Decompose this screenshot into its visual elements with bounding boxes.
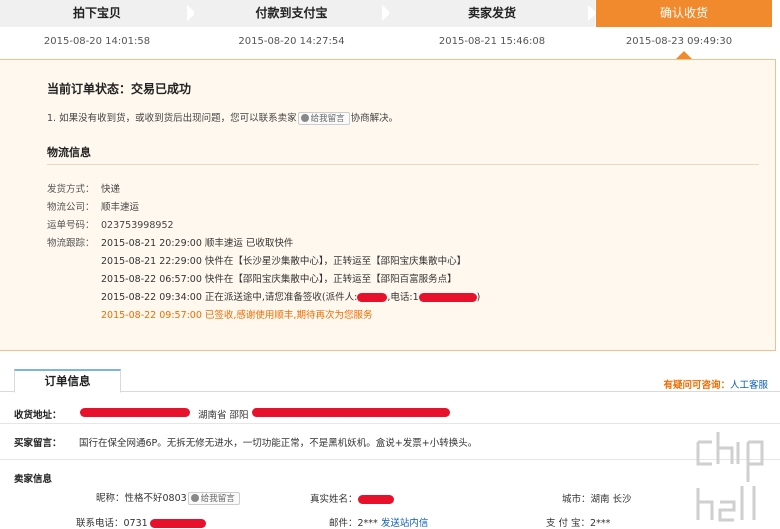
seller-email: 邮件：2*** 发送站内信: [329, 515, 428, 529]
current-step-pointer: [676, 51, 692, 59]
tracking-event-text: 2015-08-22 09:34:00 正在派送途中,请您准备签收(派件人:: [101, 292, 358, 303]
send-message-link[interactable]: 发送站内信: [381, 518, 429, 529]
buyer-message-row: 买家留言： 国行在保全网通6P。无拆无修无进水，一切功能正常，不是黑机妖机。盒说…: [0, 424, 780, 460]
field-label: 城市：: [562, 494, 591, 505]
step-ship: 卖家发货: [389, 0, 597, 27]
step-label: 付款到支付宝: [255, 6, 328, 20]
field-label: 运单号码：: [47, 220, 95, 231]
tracking-event: 2015-08-22 09:34:00 正在派送途中,请您准备签收(派件人: ,电…: [101, 289, 480, 303]
field-label: 昵称：: [96, 493, 125, 504]
seller-phone: 联系电话：0731: [76, 515, 206, 529]
order-info-tabbar: 订单信息 有疑问可咨询：人工客服: [0, 369, 780, 393]
redaction: [357, 495, 394, 504]
field-label: 真实姓名：: [310, 494, 358, 505]
leave-message-button[interactable]: 给我留言: [297, 112, 350, 125]
seller-realname: 真实姓名：: [310, 491, 394, 505]
redaction: [357, 293, 388, 302]
message-icon: [300, 114, 309, 122]
order-progress-steps: 拍下宝贝 付款到支付宝 卖家发货 确认收货 2015-08-20 14:01:5…: [0, 0, 780, 59]
buyer-message-label: 买家留言：: [14, 438, 62, 449]
seller-message-button[interactable]: 给我留言: [187, 492, 240, 505]
tracking-event: 2015-08-21 22:29:00 快件在【长沙星沙集散中心】，正转运至【邵…: [101, 256, 467, 267]
address-value: 湖南省 邵阳: [198, 410, 249, 421]
step-time: 2015-08-23 09:49:30: [625, 36, 733, 47]
redaction: [252, 408, 450, 417]
field-value: 023753998952: [101, 220, 174, 231]
redaction: [149, 519, 206, 528]
step-place-order: 拍下宝贝: [0, 0, 196, 27]
field-value: 性格不好0803: [124, 493, 187, 504]
field-value: 0731: [123, 518, 148, 529]
tracking-number-row: 运单号码： 023753998952: [47, 217, 174, 231]
order-status-panel: 当前订单状态：交易已成功 1. 如果没有收到货，或收到货后出现问题，您可以联系卖…: [0, 59, 776, 351]
step-label: 卖家发货: [467, 6, 516, 20]
field-value: 2***: [590, 518, 611, 529]
field-label: 物流跟踪：: [47, 238, 95, 249]
field-value: 顺丰速运: [101, 202, 140, 213]
leave-message-label: 给我留言: [310, 114, 345, 124]
field-value: 2***: [357, 518, 378, 529]
step-time: 2015-08-20 14:01:58: [43, 36, 151, 47]
chiphell-logo-icon: [696, 432, 764, 522]
order-status: 当前订单状态：交易已成功: [47, 82, 192, 96]
field-label: 联系电话：: [76, 518, 124, 529]
logistics-title: 物流信息: [47, 146, 91, 159]
redaction: [418, 293, 477, 302]
message-icon: [190, 494, 199, 502]
step-label: 确认收货: [659, 6, 708, 20]
notice-before: 1. 如果没有收到货，或收到货后出现问题，您可以联系卖家: [47, 113, 297, 124]
seller-nickname: 昵称：性格不好0803 给我留言: [96, 490, 241, 505]
field-value: 湖南 长沙: [590, 494, 632, 505]
divider: [47, 164, 759, 165]
seller-alipay: 支 付 宝：2***: [546, 515, 610, 529]
field-label: 邮件：: [329, 518, 358, 529]
notice-text: 1. 如果没有收到货，或收到货后出现问题，您可以联系卖家 给我留言 协商解决。: [47, 110, 398, 125]
step-time: 2015-08-21 15:46:08: [438, 36, 546, 47]
tracking-event: 2015-08-22 06:57:00 快件在【邵阳宝庆集散中心】，正转运至【邵…: [101, 274, 457, 285]
field-label: 发货方式：: [47, 184, 95, 195]
buyer-message-value: 国行在保全网通6P。无拆无修无进水，一切功能正常，不是黑机妖机。盒说+发票+小转…: [79, 438, 478, 449]
shipping-method-row: 发货方式： 快递: [47, 181, 120, 195]
field-label: 支 付 宝：: [546, 518, 591, 529]
customer-service-link[interactable]: 人工客服: [730, 380, 768, 391]
help-question: 有疑问可咨询：: [663, 380, 730, 391]
redaction: [80, 408, 190, 417]
seller-city: 城市：湖南 长沙: [562, 491, 632, 505]
field-label: 物流公司：: [47, 202, 95, 213]
step-label: 拍下宝贝: [72, 6, 121, 20]
tracking-event: 2015-08-21 20:29:00 顺丰速运 已收取快件: [101, 238, 294, 249]
field-value: 快递: [101, 184, 121, 195]
tracking-event-latest: 2015-08-22 09:57:00 已签收,感谢使用顺丰,期待再次为您服务: [101, 310, 373, 321]
address-label: 收货地址：: [14, 410, 62, 421]
seller-message-label: 给我留言: [200, 494, 235, 504]
step-confirm-receipt: 确认收货: [596, 0, 772, 27]
tracking-event-phone-label: ,电话:1: [387, 292, 419, 303]
tab-order-info[interactable]: 订单信息: [14, 369, 121, 393]
address-row: 收货地址： 湖南省 邵阳: [0, 398, 780, 424]
notice-after: 协商解决。: [350, 113, 399, 124]
chiphell-watermark: [692, 428, 776, 524]
tracking-label-row: 物流跟踪：: [47, 235, 101, 249]
step-pay: 付款到支付宝: [194, 0, 391, 27]
help-contact: 有疑问可咨询：人工客服: [663, 377, 768, 391]
step-time: 2015-08-20 14:27:54: [238, 36, 345, 47]
tracking-event-close: ): [476, 292, 481, 303]
logistics-company-row: 物流公司： 顺丰速运: [47, 199, 139, 213]
seller-info-title: 卖家信息: [14, 474, 53, 485]
